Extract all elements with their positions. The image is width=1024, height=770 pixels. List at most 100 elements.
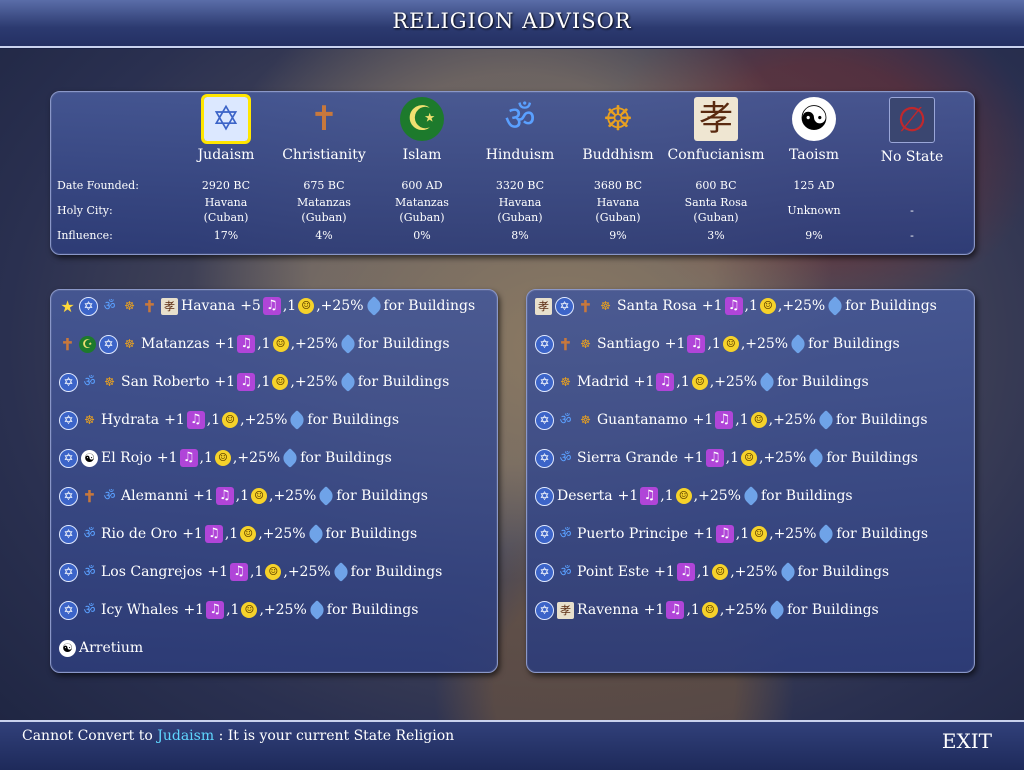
culture-note-icon: ♫ (204, 525, 223, 543)
happiness-value: 1 (254, 564, 264, 580)
religion-name: Hinduism (485, 147, 555, 163)
exit-button[interactable]: EXIT (942, 729, 992, 753)
research-bonus: +25% (745, 336, 789, 352)
influence-value: 17% (213, 229, 239, 242)
bonus-suffix: for Buildings (307, 412, 400, 428)
city-row[interactable]: ✡ ✝ ☸ Santiago +1 ♫, 1 ☺, +25% for Buildings (535, 333, 900, 355)
research-bonus: +25% (734, 564, 778, 580)
culture-bonus: +1 (693, 526, 714, 542)
city-row[interactable]: ✡ ॐ Icy Whales +1 ♫, 1 ☺, +25% for Buildings (59, 599, 418, 621)
cities-panel-right: 孝 ✡ ✝ ☸ Santa Rosa +1 ♫, 1 ☺, +25% for Buildings… (526, 289, 975, 673)
city-name: El Rojo (101, 450, 152, 466)
culture-bonus: +1 (207, 564, 228, 580)
research-bonus: +25% (273, 488, 317, 504)
research-bonus: +25% (763, 450, 807, 466)
star-of-david-icon[interactable]: ✡ (201, 94, 251, 144)
religion-column-taoism[interactable]: ☯ Taoism 125 AD Unknown 9% (765, 92, 863, 242)
culture-note-icon: ♫ (186, 411, 205, 429)
judaism-icon: ✡ (59, 600, 78, 620)
city-row[interactable]: ✡ 孝 Ravenna +1 ♫, 1 ☺, +25% for Buildings (535, 599, 879, 621)
capital-star-icon: ★ (60, 296, 75, 316)
bonus-suffix: for Buildings (357, 336, 450, 352)
crescent-icon[interactable]: ☪ (400, 97, 444, 141)
judaism-icon: ✡ (535, 448, 554, 468)
city-name: Ravenna (577, 602, 639, 618)
city-row[interactable]: ✡ ✝ ॐ Alemanni +1 ♫, 1 ☺, +25% for Buildings (59, 485, 428, 507)
city-row[interactable]: ★ ✡ ॐ ☸ ✝ 孝 Havana +5 ♫, 1 ☺, +25% for Buildings (59, 295, 475, 317)
city-row[interactable]: ✝ ☪ ✡ ☸ Matanzas +1 ♫, 1 ☺, +25% for Buildings (59, 333, 450, 355)
research-icon (825, 296, 846, 316)
culture-bonus: +1 (692, 412, 714, 428)
city-row[interactable]: ✡ ॐ Sierra Grande +1 ♫, 1 ☺, +25% for Building… (535, 447, 918, 469)
culture-bonus: +1 (193, 488, 214, 504)
research-bonus: +25% (287, 564, 331, 580)
confucian-icon[interactable]: 孝 (694, 97, 738, 141)
research-icon (816, 410, 836, 430)
date-founded: 600 AD (401, 179, 443, 192)
city-name: Madrid (577, 374, 629, 390)
city-row[interactable]: ✡ ॐ Point Este +1 ♫, 1 ☺, +25% for Buildings (535, 561, 889, 583)
city-row[interactable]: ✡ ॐ ☸ Guantanamo +1 ♫, 1 ☺, +25% for Buildings (535, 409, 928, 431)
religion-column-hinduism[interactable]: ॐ Hinduism 3320 BC Havana (Guban) 8% (471, 92, 569, 242)
culture-bonus: +1 (633, 374, 655, 390)
bonus-suffix: for Buildings (357, 374, 450, 390)
taoism-icon: ☯ (81, 449, 98, 467)
happy-face-icon: ☺ (222, 412, 239, 428)
city-row[interactable]: ☯ Arretium (59, 637, 143, 659)
religion-column-islam[interactable]: ☪ Islam 600 AD Matanzas (Guban) 0% (373, 92, 471, 242)
cross-icon[interactable]: ✝ (302, 97, 346, 141)
religion-column-confucianism[interactable]: 孝 Confucianism 600 BC Santa Rosa (Guban) 3% (667, 92, 765, 242)
city-row[interactable]: ✡ ☸ Hydrata +1 ♫, 1 ☺, +25% for Buildings (59, 409, 399, 431)
holy-city-name: Matanzas (297, 196, 351, 209)
status-prefix: Cannot Convert to (22, 728, 153, 744)
no-state-icon[interactable]: ∅ (889, 97, 935, 143)
culture-bonus: +1 (683, 450, 704, 466)
religion-column-no-state[interactable]: ∅ No State - - (863, 92, 961, 242)
happiness-value: 1 (240, 488, 250, 504)
holy-city-value: - (910, 204, 914, 217)
buddhism-icon: ☸ (104, 374, 115, 389)
religion-column-christianity[interactable]: ✝ Christianity 675 BC Matanzas (Guban) 4% (275, 92, 373, 242)
christianity-icon: ✝ (578, 296, 593, 316)
research-icon (363, 296, 384, 316)
religion-column-judaism[interactable]: ✡ Judaism 2920 BC Havana (Cuban) 17% (177, 92, 275, 242)
judaism-icon: ✡ (535, 372, 554, 392)
bonus-suffix: for Buildings (325, 526, 418, 542)
christianity-icon: ✝ (60, 334, 75, 354)
happy-face-icon: ☺ (298, 298, 315, 314)
city-row[interactable]: ✡ ॐ Rio de Oro +1 ♫, 1 ☺, +25% for Buildings (59, 523, 417, 545)
holy-city-owner: (Guban) (399, 211, 445, 224)
bonus-suffix: for Buildings (326, 602, 419, 618)
religion-column-buddhism[interactable]: ☸ Buddhism 3680 BC Havana (Guban) 9% (569, 92, 667, 242)
city-row[interactable]: ✡ ॐ ☸ San Roberto +1 ♫, 1 ☺, +25% for Buildings (59, 371, 449, 393)
culture-note-icon: ♫ (237, 373, 256, 391)
judaism-icon: ✡ (535, 562, 554, 582)
city-row[interactable]: 孝 ✡ ✝ ☸ Santa Rosa +1 ♫, 1 ☺, +25% for Buildings (535, 295, 937, 317)
happiness-value: 1 (211, 412, 221, 428)
city-row[interactable]: ✡ ॐ Puerto Principe +1 ♫, 1 ☺, +25% for Buildi… (535, 523, 928, 545)
city-row[interactable]: ✡ ☸ Madrid +1 ♫, 1 ☺, +25% for Buildings (535, 371, 869, 393)
city-name: Puerto Principe (577, 526, 689, 542)
christianity-icon: ✝ (142, 296, 157, 316)
city-row[interactable]: ✡ ॐ Los Cangrejos +1 ♫, 1 ☺, +25% for Building… (59, 561, 442, 583)
bonus-suffix: for Buildings (760, 488, 853, 504)
buddha-icon[interactable]: ☸ (596, 97, 640, 141)
influence-value: 9% (805, 229, 823, 242)
yin-yang-icon[interactable]: ☯ (792, 97, 836, 141)
city-name: San Roberto (121, 374, 210, 390)
city-row[interactable]: ✡ Deserta +1 ♫, 1 ☺, +25% for Buildings (535, 485, 853, 507)
holy-city-value: Unknown (787, 204, 841, 217)
bonus-suffix: for Buildings (787, 602, 879, 618)
om-icon[interactable]: ॐ (498, 97, 542, 141)
city-name: Matanzas (141, 336, 210, 352)
status-religion[interactable]: Judaism (157, 728, 214, 744)
islam-icon: ☪ (79, 335, 96, 353)
culture-bonus: +1 (643, 602, 665, 618)
city-row[interactable]: ✡ ☯ El Rojo +1 ♫, 1 ☺, +25% for Buildings (59, 447, 392, 469)
research-bonus: +25% (294, 374, 338, 390)
status-suffix: : It is your current State Religion (218, 728, 455, 744)
culture-note-icon: ♫ (179, 449, 198, 467)
culture-note-icon: ♫ (229, 563, 248, 581)
religion-name: Taoism (789, 147, 839, 163)
buddhism-icon: ☸ (124, 298, 135, 313)
